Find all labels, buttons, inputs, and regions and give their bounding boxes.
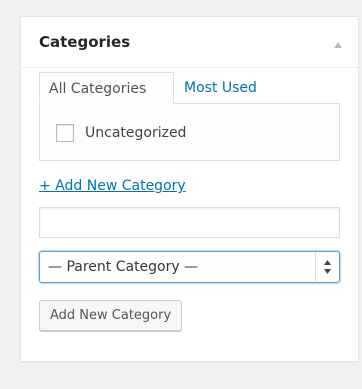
add-new-category-link[interactable]: + Add New Category (39, 177, 186, 195)
collapse-toggle[interactable] (332, 36, 344, 48)
triangle-up-icon (334, 42, 342, 48)
category-checkbox[interactable] (56, 124, 74, 142)
categories-metabox: Categories All Categories Most Used Unca… (20, 16, 359, 362)
add-new-category-button[interactable]: Add New Category (39, 300, 183, 331)
category-label: Uncategorized (85, 125, 187, 141)
metabox-header: Categories (21, 17, 358, 68)
new-category-input[interactable] (39, 207, 340, 238)
select-arrows-icon (315, 252, 339, 282)
category-checklist: Uncategorized (39, 103, 340, 161)
parent-category-value: — Parent Category — (48, 259, 199, 275)
metabox-title: Categories (39, 33, 131, 51)
parent-category-select[interactable]: — Parent Category — (39, 251, 340, 283)
tab-most-used[interactable]: Most Used (184, 72, 257, 104)
tab-all-categories[interactable]: All Categories (39, 72, 174, 104)
